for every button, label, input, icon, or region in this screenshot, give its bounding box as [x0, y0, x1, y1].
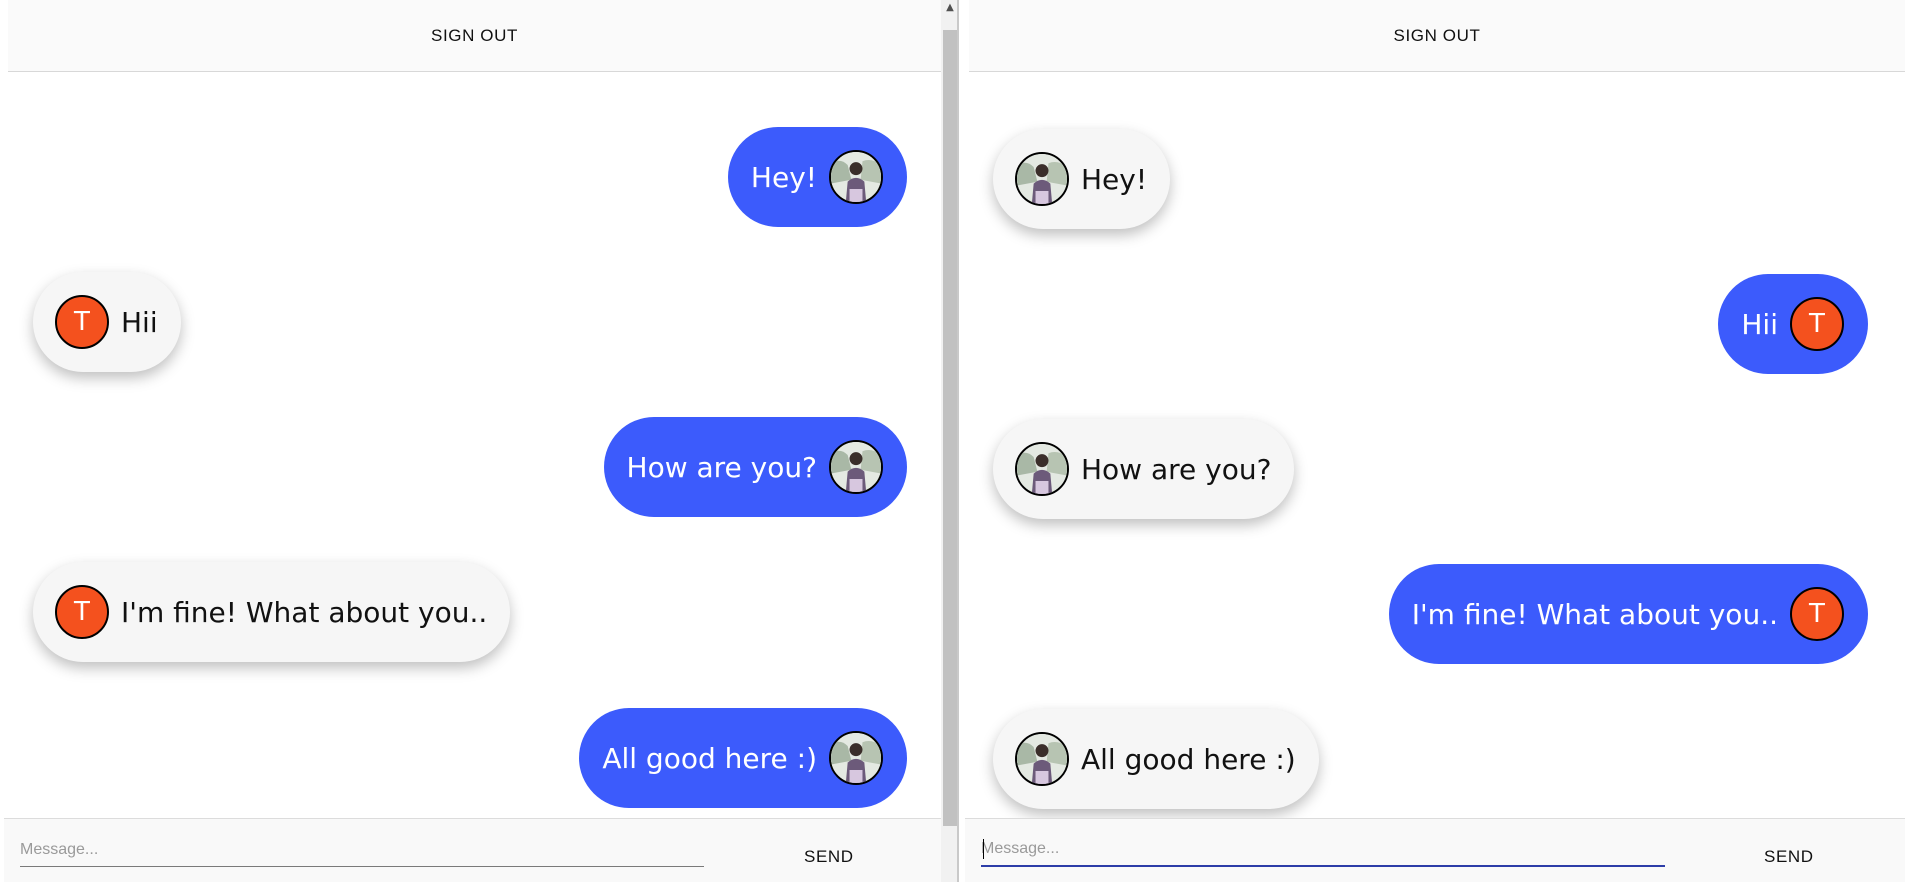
- person-photo-icon: [831, 442, 881, 492]
- person-photo-icon: [1017, 154, 1067, 204]
- message-text: All good here :): [602, 741, 817, 775]
- send-button[interactable]: SEND: [1764, 847, 1814, 867]
- scroll-up-arrow-icon[interactable]: ▲: [944, 2, 956, 14]
- message-text: How are you?: [626, 450, 817, 484]
- user-photo-avatar: [1015, 442, 1069, 496]
- message-bubble-sent: All good here :): [579, 708, 907, 808]
- user-letter-avatar: T: [1790, 297, 1844, 351]
- person-photo-icon: [831, 733, 881, 783]
- message-text: Hii: [1741, 307, 1778, 341]
- message-composer: SEND: [965, 818, 1905, 882]
- message-bubble-sent: Hii T: [1718, 274, 1868, 374]
- panel-divider: [957, 0, 959, 882]
- user-photo-avatar: [1015, 732, 1069, 786]
- person-photo-icon: [1017, 444, 1067, 494]
- message-bubble-received: How are you?: [993, 419, 1295, 519]
- message-text: Hey!: [750, 160, 817, 194]
- user-photo-avatar: [829, 150, 883, 204]
- sign-out-button[interactable]: SIGN OUT: [1394, 26, 1481, 46]
- message-composer: SEND: [4, 818, 941, 882]
- user-letter-avatar: T: [1790, 587, 1844, 641]
- chat-window-left: SIGN OUT Hey! T Hii How are you? T I'm f…: [0, 0, 941, 882]
- user-letter-avatar: T: [55, 295, 109, 349]
- chat-app: SIGN OUT Hey! T Hii How are you? T I'm f…: [0, 0, 1905, 882]
- message-bubble-received: T I'm fine! What about you..: [33, 562, 511, 662]
- message-bubble-sent: Hey!: [727, 127, 907, 227]
- user-photo-avatar: [829, 731, 883, 785]
- chat-window-right: SIGN OUT Hey! Hii T How are you? I'm fin…: [961, 0, 1905, 882]
- message-bubble-sent: How are you?: [603, 417, 907, 517]
- user-photo-avatar: [1015, 152, 1069, 206]
- message-bubble-received: T Hii: [33, 272, 181, 372]
- message-text: I'm fine! What about you..: [121, 595, 488, 629]
- message-bubble-received: All good here :): [993, 709, 1319, 809]
- message-input[interactable]: [981, 833, 1665, 867]
- text-cursor: [983, 839, 984, 859]
- message-bubble-sent: I'm fine! What about you.. T: [1388, 564, 1868, 664]
- message-text: Hey!: [1081, 162, 1148, 196]
- send-button[interactable]: SEND: [804, 847, 854, 867]
- message-text: Hii: [121, 305, 158, 339]
- user-letter-avatar: T: [55, 585, 109, 639]
- scrollbar-thumb[interactable]: [943, 30, 957, 826]
- person-photo-icon: [831, 152, 881, 202]
- top-bar: SIGN OUT: [969, 0, 1905, 72]
- message-bubble-received: Hey!: [993, 129, 1171, 229]
- message-input[interactable]: [20, 833, 704, 867]
- user-photo-avatar: [829, 440, 883, 494]
- message-text: All good here :): [1081, 742, 1296, 776]
- top-bar: SIGN OUT: [8, 0, 941, 72]
- message-text: I'm fine! What about you..: [1411, 597, 1778, 631]
- sign-out-button[interactable]: SIGN OUT: [431, 26, 518, 46]
- person-photo-icon: [1017, 734, 1067, 784]
- message-text: How are you?: [1081, 452, 1272, 486]
